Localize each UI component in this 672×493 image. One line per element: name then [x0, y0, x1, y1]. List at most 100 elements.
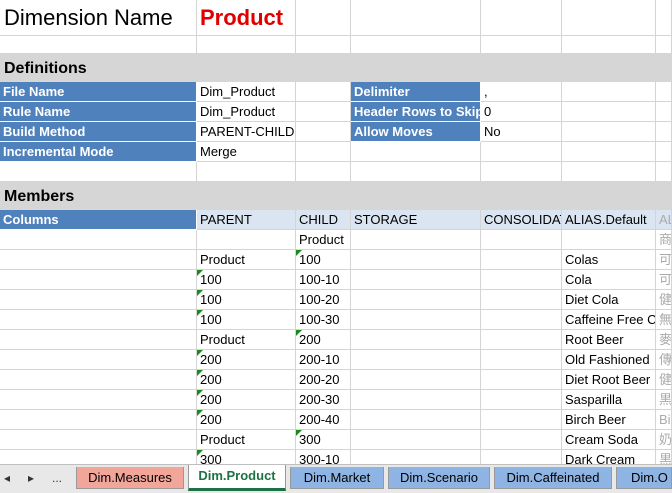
- alias-other-cell[interactable]: 黒: [656, 450, 672, 464]
- columns-label[interactable]: Columns: [0, 210, 197, 230]
- storage-cell[interactable]: [351, 390, 481, 410]
- cell[interactable]: [562, 162, 656, 182]
- build-method-label[interactable]: Build Method: [0, 122, 197, 142]
- alias-other-cell[interactable]: Bi: [656, 410, 672, 430]
- alias-cell[interactable]: Diet Cola: [562, 290, 656, 310]
- alias-other-cell[interactable]: 可: [656, 250, 672, 270]
- file-name-value[interactable]: Dim_Product: [197, 82, 296, 102]
- cell[interactable]: [0, 290, 197, 310]
- consolidation-cell[interactable]: [481, 450, 562, 464]
- cell[interactable]: [562, 122, 656, 142]
- definitions-heading[interactable]: Definitions: [0, 54, 672, 82]
- alias-other-cell[interactable]: 奶: [656, 430, 672, 450]
- storage-cell[interactable]: [351, 270, 481, 290]
- child-cell[interactable]: 100-30: [296, 310, 351, 330]
- storage-cell[interactable]: [351, 330, 481, 350]
- parent-cell[interactable]: Product: [197, 430, 296, 450]
- tab-scroll-prev-icon[interactable]: ◂: [4, 471, 10, 485]
- cell[interactable]: [0, 36, 197, 54]
- alias-cell[interactable]: Root Beer: [562, 330, 656, 350]
- cell[interactable]: [562, 142, 656, 162]
- storage-cell[interactable]: [351, 230, 481, 250]
- rule-name-label[interactable]: Rule Name: [0, 102, 197, 122]
- alias-other-cell[interactable]: 健: [656, 290, 672, 310]
- delimiter-label[interactable]: Delimiter: [351, 82, 481, 102]
- cell[interactable]: [351, 162, 481, 182]
- cell[interactable]: [656, 36, 672, 54]
- consolidation-cell[interactable]: [481, 230, 562, 250]
- storage-cell[interactable]: [351, 370, 481, 390]
- child-cell[interactable]: 100-10: [296, 270, 351, 290]
- cell[interactable]: [656, 0, 672, 36]
- cell[interactable]: [656, 122, 672, 142]
- tab-dim-market[interactable]: Dim.Market: [290, 467, 384, 489]
- cell[interactable]: [351, 142, 481, 162]
- storage-cell[interactable]: [351, 350, 481, 370]
- allow-moves-value[interactable]: No: [481, 122, 562, 142]
- alias-other-cell[interactable]: 無: [656, 310, 672, 330]
- cell[interactable]: [481, 162, 562, 182]
- cell[interactable]: [481, 0, 562, 36]
- cell[interactable]: [562, 36, 656, 54]
- consolidation-cell[interactable]: [481, 370, 562, 390]
- consolidation-cell[interactable]: [481, 310, 562, 330]
- incremental-mode-value[interactable]: Merge: [197, 142, 296, 162]
- cell[interactable]: [481, 36, 562, 54]
- child-cell[interactable]: 100: [296, 250, 351, 270]
- consolidation-cell[interactable]: [481, 430, 562, 450]
- child-cell[interactable]: Product: [296, 230, 351, 250]
- parent-cell[interactable]: [197, 230, 296, 250]
- tab-dim-measures[interactable]: Dim.Measures: [76, 467, 184, 489]
- cell[interactable]: [0, 162, 197, 182]
- storage-cell[interactable]: [351, 310, 481, 330]
- incremental-mode-label[interactable]: Incremental Mode: [0, 142, 197, 162]
- child-cell[interactable]: 300-10: [296, 450, 351, 464]
- cell[interactable]: [0, 370, 197, 390]
- alias-cell[interactable]: Diet Root Beer: [562, 370, 656, 390]
- cell[interactable]: [296, 122, 351, 142]
- cell[interactable]: [296, 0, 351, 36]
- cell[interactable]: [0, 310, 197, 330]
- file-name-label[interactable]: File Name: [0, 82, 197, 102]
- cell[interactable]: [296, 162, 351, 182]
- dimension-name-label[interactable]: Dimension Name: [0, 0, 197, 36]
- alias-cell[interactable]: Cola: [562, 270, 656, 290]
- cell[interactable]: [656, 82, 672, 102]
- consolidation-cell[interactable]: [481, 290, 562, 310]
- column-header-consolidation[interactable]: CONSOLIDAT: [481, 210, 562, 230]
- storage-cell[interactable]: [351, 430, 481, 450]
- alias-other-cell[interactable]: 商: [656, 230, 672, 250]
- cell[interactable]: [0, 430, 197, 450]
- cell[interactable]: [351, 36, 481, 54]
- alias-other-cell[interactable]: 麥: [656, 330, 672, 350]
- allow-moves-label[interactable]: Allow Moves: [351, 122, 481, 142]
- parent-cell[interactable]: 100: [197, 290, 296, 310]
- alias-cell[interactable]: Colas: [562, 250, 656, 270]
- parent-cell[interactable]: 200: [197, 410, 296, 430]
- cell[interactable]: [0, 250, 197, 270]
- parent-cell[interactable]: 200: [197, 350, 296, 370]
- parent-cell[interactable]: 200: [197, 370, 296, 390]
- tab-dim-other[interactable]: Dim.O: [616, 467, 672, 489]
- cell[interactable]: [656, 102, 672, 122]
- consolidation-cell[interactable]: [481, 330, 562, 350]
- tab-dim-caffeinated[interactable]: Dim.Caffeinated: [494, 467, 612, 489]
- cell[interactable]: [296, 36, 351, 54]
- storage-cell[interactable]: [351, 450, 481, 464]
- cell[interactable]: [562, 102, 656, 122]
- alias-other-cell[interactable]: 可: [656, 270, 672, 290]
- storage-cell[interactable]: [351, 290, 481, 310]
- alias-cell[interactable]: Caffeine Free C: [562, 310, 656, 330]
- parent-cell[interactable]: Product: [197, 250, 296, 270]
- column-header-parent[interactable]: PARENT: [197, 210, 296, 230]
- cell[interactable]: [0, 330, 197, 350]
- cell[interactable]: [656, 162, 672, 182]
- parent-cell[interactable]: 200: [197, 390, 296, 410]
- storage-cell[interactable]: [351, 250, 481, 270]
- storage-cell[interactable]: [351, 410, 481, 430]
- alias-cell[interactable]: Old Fashioned: [562, 350, 656, 370]
- child-cell[interactable]: 200-10: [296, 350, 351, 370]
- cell[interactable]: [296, 82, 351, 102]
- consolidation-cell[interactable]: [481, 250, 562, 270]
- parent-cell[interactable]: 100: [197, 270, 296, 290]
